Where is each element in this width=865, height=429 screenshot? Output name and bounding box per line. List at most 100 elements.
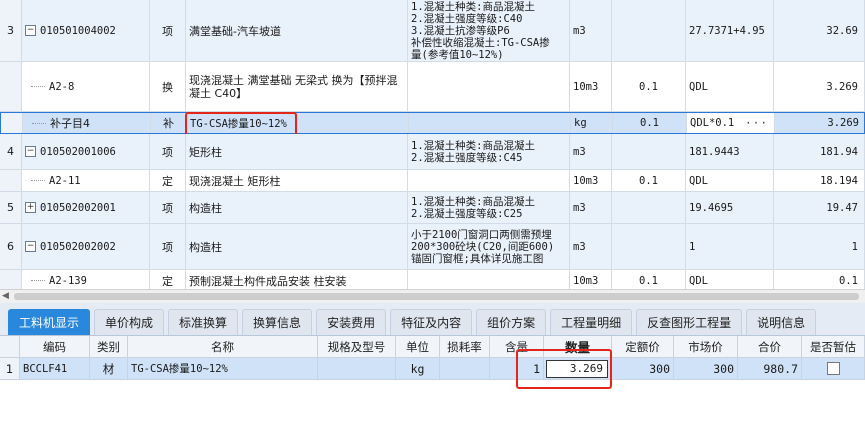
collapse-icon[interactable]: −	[25, 146, 36, 157]
col-header-loss[interactable]: 损耗率	[440, 336, 490, 357]
tab-quantity-detail[interactable]: 工程量明细	[550, 309, 633, 335]
row-number: 1	[0, 358, 20, 379]
material-unit[interactable]: kg	[396, 358, 440, 379]
item-expression[interactable]: 19.4695	[686, 192, 774, 223]
material-quota-price[interactable]: 300	[612, 358, 674, 379]
item-name[interactable]: 满堂基础-汽车坡道	[186, 0, 408, 61]
material-code[interactable]: BCCLF41	[20, 358, 90, 379]
table-header: 编码 类别 名称 规格及型号 单位 损耗率 含量 数量 定额价 市场价 合价 是…	[0, 336, 865, 358]
item-name[interactable]: 矩形柱	[186, 134, 408, 169]
item-feature[interactable]	[408, 62, 570, 111]
item-feature[interactable]: 1.混凝土种类:商品混凝土 2.混凝土强度等级:C45	[408, 134, 570, 169]
item-feature[interactable]: 小于2100门窗洞口两侧需预埋 200*300砼块(C20,间距600) 锚固门…	[408, 224, 570, 269]
horizontal-scrollbar[interactable]: ◀	[0, 289, 865, 303]
table-row[interactable]: 4 −010502001006 项 矩形柱 1.混凝土种类:商品混凝土 2.混凝…	[0, 134, 865, 170]
tab-install-fee[interactable]: 安装费用	[316, 309, 387, 335]
expand-icon[interactable]: +	[25, 202, 36, 213]
material-category[interactable]: 材	[90, 358, 128, 379]
item-name[interactable]: 现浇混凝土 满堂基础 无梁式 换为【预拌混凝土 C40】	[186, 62, 408, 111]
item-quantity[interactable]: 19.47	[774, 192, 865, 223]
table-row[interactable]: A2-139 定 预制混凝土构件成品安装 柱安装 10m3 0.1 QDL 0.…	[0, 270, 865, 289]
col-header-quota-price[interactable]: 定额价	[612, 336, 674, 357]
scroll-left-icon[interactable]: ◀	[2, 290, 9, 303]
collapse-icon[interactable]: −	[25, 241, 36, 252]
item-quantity[interactable]: 32.69	[774, 0, 865, 61]
item-quantity[interactable]: 3.269	[774, 62, 865, 111]
item-feature[interactable]: 1.混凝土种类:商品混凝土 2.混凝土强度等级:C25	[408, 192, 570, 223]
tab-labor-material[interactable]: 工料机显示	[8, 309, 91, 335]
item-expression[interactable]: 181.9443	[686, 134, 774, 169]
col-header-total[interactable]: 合价	[738, 336, 802, 357]
item-name[interactable]: 现浇混凝土 矩形柱	[186, 170, 408, 191]
item-expression[interactable]: QDL*0.1 ···	[687, 113, 775, 133]
table-row[interactable]: A2-11 定 现浇混凝土 矩形柱 10m3 0.1 QDL 18.194	[0, 170, 865, 192]
item-quantity[interactable]: 0.1	[774, 270, 865, 289]
table-row-selected[interactable]: 补子目4 补 TG-CSA掺量10~12% kg 0.1 QDL*0.1 ··· …	[0, 112, 865, 134]
tab-standard-conversion[interactable]: 标准换算	[168, 309, 239, 335]
tree-connector	[32, 122, 46, 124]
material-market-price[interactable]: 300	[674, 358, 738, 379]
col-header-unit[interactable]: 单位	[396, 336, 440, 357]
tab-reverse-lookup[interactable]: 反查图形工程量	[636, 309, 743, 335]
item-feature[interactable]: 1.混凝土种类:商品混凝土 2.混凝土强度等级:C40 3.混凝土抗渗等级P6 …	[408, 0, 570, 61]
row-number: 4	[0, 134, 22, 169]
table-row[interactable]: 3 −010501004002 项 满堂基础-汽车坡道 1.混凝土种类:商品混凝…	[0, 0, 865, 62]
item-expression[interactable]: QDL	[686, 170, 774, 191]
item-feature[interactable]	[408, 170, 570, 191]
col-header-provisional[interactable]: 是否暂估	[802, 336, 865, 357]
item-feature[interactable]	[409, 113, 571, 133]
item-name[interactable]: 构造柱	[186, 192, 408, 223]
material-loss[interactable]	[440, 358, 490, 379]
item-expression[interactable]: QDL	[686, 270, 774, 289]
item-type: 项	[150, 0, 186, 61]
item-content[interactable]: 0.1	[612, 170, 686, 191]
item-code: 010502002002	[40, 240, 116, 253]
item-content[interactable]: 0.1	[613, 113, 687, 133]
item-expression[interactable]: QDL	[686, 62, 774, 111]
tab-features[interactable]: 特征及内容	[390, 309, 473, 335]
item-content[interactable]: 0.1	[612, 62, 686, 111]
col-header-category[interactable]: 类别	[90, 336, 128, 357]
col-header-spec[interactable]: 规格及型号	[318, 336, 396, 357]
item-unit: 10m3	[570, 62, 612, 111]
item-expression[interactable]: 27.7371+4.95	[686, 0, 774, 61]
tree-connector	[31, 180, 45, 181]
item-quantity[interactable]: 1	[774, 224, 865, 269]
provisional-checkbox[interactable]	[826, 362, 840, 375]
tab-pricing-plan[interactable]: 组价方案	[476, 309, 547, 335]
material-total[interactable]: 980.7	[738, 358, 802, 379]
item-name[interactable]: 构造柱	[186, 224, 408, 269]
col-header-code[interactable]: 编码	[20, 336, 90, 357]
material-name[interactable]: TG-CSA掺量10~12%	[128, 358, 318, 379]
item-code: A2-11	[49, 174, 81, 187]
col-header-name[interactable]: 名称	[128, 336, 318, 357]
more-options-icon[interactable]: ···	[745, 117, 768, 130]
material-spec[interactable]	[318, 358, 396, 379]
tab-unit-price[interactable]: 单价构成	[94, 309, 165, 335]
item-quantity[interactable]: 18.194	[774, 170, 865, 191]
item-feature[interactable]	[408, 270, 570, 289]
item-type: 项	[150, 134, 186, 169]
tab-description[interactable]: 说明信息	[746, 309, 817, 335]
item-content[interactable]	[612, 0, 686, 61]
item-content[interactable]	[612, 134, 686, 169]
scrollbar-thumb[interactable]	[14, 293, 859, 300]
table-row[interactable]: 6 −010502002002 项 构造柱 小于2100门窗洞口两侧需预埋 20…	[0, 224, 865, 270]
item-quantity[interactable]: 181.94	[774, 134, 865, 169]
item-expression[interactable]: 1	[686, 224, 774, 269]
item-unit: m3	[570, 192, 612, 223]
table-row[interactable]: A2-8 换 现浇混凝土 满堂基础 无梁式 换为【预拌混凝土 C40】 10m3…	[0, 62, 865, 112]
item-name[interactable]: 预制混凝土构件成品安装 柱安装	[186, 270, 408, 289]
tree-connector	[31, 280, 45, 281]
col-header-market-price[interactable]: 市场价	[674, 336, 738, 357]
table-row[interactable]: 5 +010502002001 项 构造柱 1.混凝土种类:商品混凝土 2.混凝…	[0, 192, 865, 224]
row-number: 5	[0, 192, 22, 223]
item-content[interactable]	[612, 192, 686, 223]
item-content[interactable]	[612, 224, 686, 269]
item-quantity[interactable]: 3.269	[775, 113, 865, 133]
item-type: 项	[150, 224, 186, 269]
collapse-icon[interactable]: −	[25, 25, 36, 36]
table-row[interactable]: 1 BCCLF41 材 TG-CSA掺量10~12% kg 1 300 300 …	[0, 358, 865, 380]
item-content[interactable]: 0.1	[612, 270, 686, 289]
tab-conversion-info[interactable]: 换算信息	[242, 309, 313, 335]
